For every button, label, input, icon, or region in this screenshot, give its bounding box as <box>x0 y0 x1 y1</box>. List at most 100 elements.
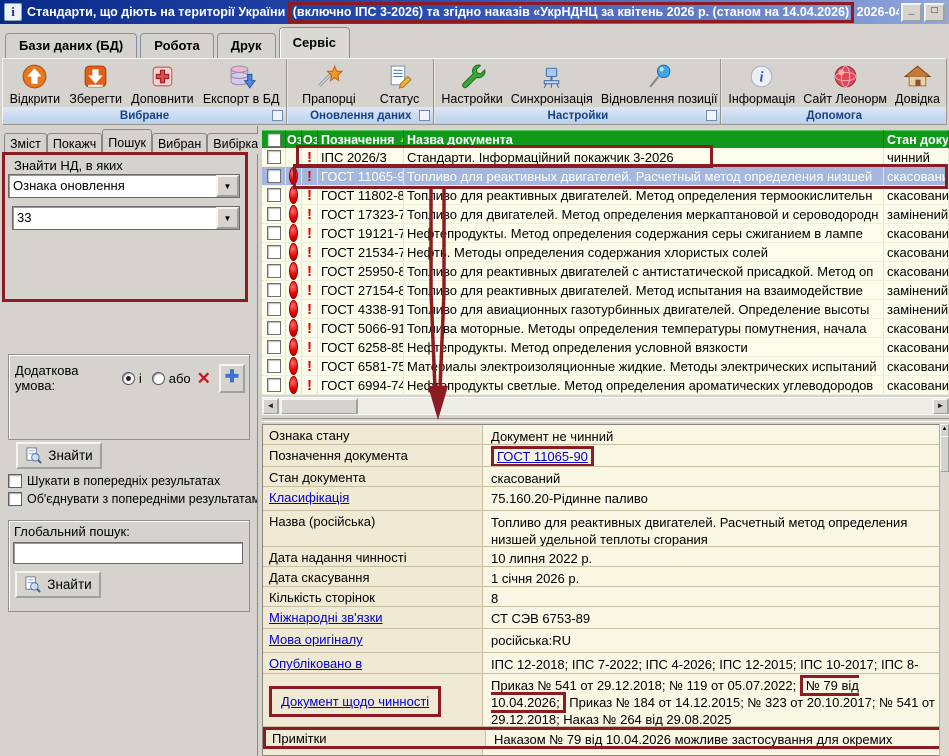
flag2-column-header[interactable]: Озн <box>302 130 318 148</box>
information-button[interactable]: i Інформація <box>724 61 799 107</box>
scrollbar-thumb[interactable] <box>940 436 949 472</box>
help-button[interactable]: Довідка <box>891 61 944 107</box>
global-find-button[interactable]: Знайти <box>15 571 101 598</box>
doc-name: Нефтепродукты светлые. Метод определения… <box>404 376 884 394</box>
detail-row: Дата скасування 1 січня 2026 р. <box>263 567 949 587</box>
save-button[interactable]: Зберегти <box>65 61 126 107</box>
merge-previous-checkbox-row[interactable]: Об'єднувати з попередніми результатами <box>8 491 257 507</box>
search-value-combobox[interactable]: 33 ▼ <box>12 206 240 230</box>
flag-column-header[interactable]: Озн <box>286 130 302 148</box>
sidebar-tab-search[interactable]: Пошук <box>102 129 152 154</box>
header-checkbox[interactable] <box>267 133 281 147</box>
checkbox[interactable] <box>8 474 22 488</box>
row-checkbox[interactable] <box>267 150 281 164</box>
row-checkbox[interactable] <box>267 188 281 202</box>
append-button[interactable]: Доповнити <box>127 61 198 107</box>
designation-column-header[interactable]: Позначення▲ <box>318 130 404 148</box>
table-row[interactable]: ! ГОСТ 5066-91 (ИС Топлива моторные. Мет… <box>262 319 949 338</box>
row-checkbox[interactable] <box>267 340 281 354</box>
row-checkbox[interactable] <box>267 283 281 297</box>
wrench-icon <box>458 62 487 91</box>
search-attribute-combobox[interactable]: Ознака оновлення ▼ <box>8 174 240 198</box>
dialog-launcher-icon[interactable] <box>706 110 717 121</box>
table-row[interactable]: ! ГОСТ 17323-71 Топливо для двигателей. … <box>262 205 949 224</box>
doc-status: скасований <box>884 319 949 337</box>
scrollbar-thumb[interactable] <box>280 398 358 415</box>
remove-condition-icon[interactable]: ✕ <box>195 370 213 387</box>
row-checkbox[interactable] <box>267 207 281 221</box>
settings-button[interactable]: Настройки <box>437 61 506 107</box>
table-row[interactable]: ! ІПС 2026/3 Стандарти. Інформаційний по… <box>262 148 949 167</box>
doc-status: скасований <box>884 243 949 261</box>
table-row[interactable]: ! ГОСТ 21534-76 Нефть. Методы определени… <box>262 243 949 262</box>
row-checkbox[interactable] <box>267 264 281 278</box>
dialog-launcher-icon[interactable] <box>272 110 283 121</box>
dialog-launcher-icon[interactable] <box>419 110 430 121</box>
tab-service[interactable]: Сервіс <box>279 27 350 58</box>
tab-work[interactable]: Робота <box>140 33 214 58</box>
export-db-button[interactable]: Експорт в БД <box>199 61 284 107</box>
menu-tab-bar: Бази даних (БД) Робота Друк Сервіс <box>2 24 949 58</box>
radio-or[interactable] <box>152 372 165 385</box>
checkbox[interactable] <box>8 492 22 506</box>
minimize-button[interactable]: _ <box>901 3 922 22</box>
table-row[interactable]: ! ГОСТ 6258-85 Нефтепродукты. Метод опре… <box>262 338 949 357</box>
exclamation-icon: ! <box>307 264 312 279</box>
table-row[interactable]: ! ГОСТ 6581-75 Материалы электроизоляцио… <box>262 357 949 376</box>
classification-link[interactable]: Класифікація <box>269 490 349 505</box>
row-checkbox[interactable] <box>267 169 281 183</box>
validity-document-link[interactable]: Документ щодо чинності <box>281 694 429 709</box>
global-search-input[interactable] <box>13 542 243 564</box>
row-checkbox[interactable] <box>267 226 281 240</box>
row-checkbox[interactable] <box>267 359 281 373</box>
row-checkbox[interactable] <box>267 245 281 259</box>
sidebar-tab-contents[interactable]: Зміст <box>4 133 47 154</box>
leonorm-site-button[interactable]: Сайт Леонорм <box>799 61 891 107</box>
status-document-icon <box>385 62 414 91</box>
name-column-header[interactable]: Назва документа <box>404 130 884 148</box>
chevron-down-icon[interactable]: ▼ <box>216 207 239 229</box>
table-row[interactable]: ! ГОСТ 11802-88 Топливо для реактивных д… <box>262 186 949 205</box>
select-all-header[interactable] <box>262 130 286 148</box>
horizontal-scrollbar[interactable]: ◄ ► <box>262 397 949 415</box>
tab-print[interactable]: Друк <box>217 33 276 58</box>
radio-and[interactable] <box>122 372 135 385</box>
doc-designation: ГОСТ 5066-91 (ИС <box>318 319 404 337</box>
title-bar: i Стандарти, що діють на території Украї… <box>0 0 949 24</box>
maximize-button[interactable]: □ <box>924 3 945 22</box>
table-row-selected[interactable]: ! ГОСТ 11065-90 Топливо для реактивных д… <box>262 167 949 186</box>
document-designation-link[interactable]: ГОСТ 11065-90 <box>497 449 588 464</box>
table-row[interactable]: ! ГОСТ 25950-83 Топливо для реактивных д… <box>262 262 949 281</box>
sync-button[interactable]: Синхронізація <box>507 61 597 107</box>
original-language-link[interactable]: Мова оригіналу <box>269 632 363 647</box>
ribbon-group-settings: Настройки Синхронізація Відновлення пози… <box>435 59 722 124</box>
search-previous-checkbox-row[interactable]: Шукати в попередніх результатах <box>8 473 257 489</box>
sidebar-tab-selected[interactable]: Вибран <box>152 133 207 154</box>
chevron-down-icon[interactable]: ▼ <box>216 175 239 197</box>
sidebar-tab-index[interactable]: Покажч <box>47 133 102 154</box>
add-condition-button[interactable]: ✚ <box>219 364 245 393</box>
status-column-header[interactable]: Стан докум <box>884 130 949 148</box>
table-row[interactable]: ! ГОСТ 19121-73 Нефтепродукты. Метод опр… <box>262 224 949 243</box>
globe-icon <box>831 62 860 91</box>
row-checkbox[interactable] <box>267 378 281 392</box>
international-relations-link[interactable]: Міжнародні зв'язки <box>269 610 383 625</box>
restore-position-button[interactable]: Відновлення позиції <box>597 61 722 107</box>
scroll-left-icon[interactable]: ◄ <box>262 398 279 415</box>
scroll-right-icon[interactable]: ► <box>932 398 949 415</box>
table-row[interactable]: ! ГОСТ 6994-74 Нефтепродукты светлые. Ме… <box>262 376 949 395</box>
sidebar-tab-selection[interactable]: Вибірка <box>207 133 264 154</box>
status-button[interactable]: Статус <box>376 61 424 107</box>
details-vertical-scrollbar[interactable]: ▲ <box>939 424 949 756</box>
red-circle-icon <box>289 319 298 337</box>
find-button[interactable]: Знайти <box>16 442 102 469</box>
tab-databases[interactable]: Бази даних (БД) <box>5 33 137 58</box>
row-checkbox[interactable] <box>267 321 281 335</box>
open-button[interactable]: Відкрити <box>6 61 65 107</box>
detail-value <box>483 749 949 755</box>
row-checkbox[interactable] <box>267 302 281 316</box>
table-row[interactable]: ! ГОСТ 27154-86 Топливо для реактивных д… <box>262 281 949 300</box>
flags-button[interactable]: Прапорці <box>298 61 360 107</box>
table-row[interactable]: ! ГОСТ 4338-91 (ИС Топливо для авиационн… <box>262 300 949 319</box>
published-in-link[interactable]: Опубліковано в <box>269 656 362 671</box>
